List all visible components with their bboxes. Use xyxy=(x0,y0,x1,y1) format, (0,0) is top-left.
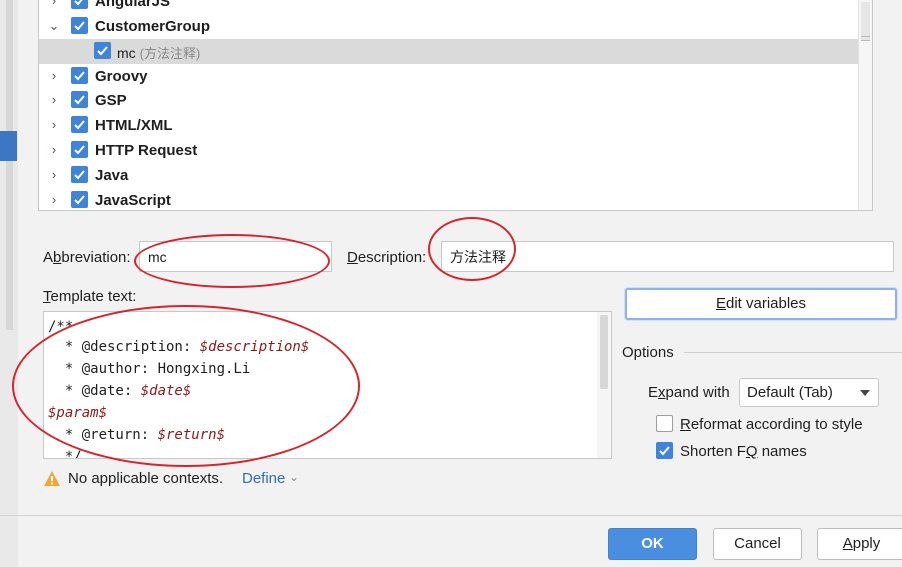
tree-item-javascript[interactable]: › JavaScript xyxy=(39,188,872,210)
template-line-text: * @description: xyxy=(48,339,200,355)
template-scrollbar-thumb[interactable] xyxy=(600,315,608,389)
tree-scrollbar[interactable] xyxy=(858,0,872,210)
edit-variables-button[interactable]: Edit variables xyxy=(625,288,897,320)
tree-item-label: Groovy xyxy=(95,68,148,85)
chevron-down-icon[interactable]: ⌄ xyxy=(289,470,299,484)
template-line: $param$ xyxy=(48,402,107,424)
checkbox-checked-icon[interactable] xyxy=(71,141,88,158)
warning-icon xyxy=(44,471,60,486)
description-label: Description: xyxy=(347,249,427,266)
template-description: (方法注释) xyxy=(139,46,201,61)
tree-item-label: Java xyxy=(95,167,129,184)
left-rail-scrollbar[interactable] xyxy=(6,0,13,330)
template-line: * @description: $description$ xyxy=(48,336,309,358)
template-line-text: /** xyxy=(48,319,74,335)
shorten-fq-label[interactable]: Shorten FQ names xyxy=(680,443,807,460)
template-scrollbar[interactable] xyxy=(597,312,611,458)
tree-item-http-request[interactable]: › HTTP Request xyxy=(39,138,872,163)
chevron-right-icon[interactable]: › xyxy=(47,0,61,9)
tree-item-gsp[interactable]: › GSP xyxy=(39,88,872,113)
chevron-right-icon[interactable]: › xyxy=(47,92,61,108)
tree-item-java[interactable]: › Java xyxy=(39,163,872,188)
tree-item-label: JavaScript xyxy=(95,192,171,209)
template-variable: $date$ xyxy=(140,383,192,399)
template-line: */ xyxy=(48,446,82,459)
expand-with-select[interactable]: Default (Tab) xyxy=(739,378,879,407)
abbreviation-label: Abbreviation: xyxy=(43,249,131,266)
shorten-fq-checkbox[interactable] xyxy=(656,442,673,459)
left-rail xyxy=(0,0,18,567)
checkbox-checked-icon[interactable] xyxy=(94,42,111,59)
left-rail-selection xyxy=(0,131,17,161)
expand-with-label: Expand with xyxy=(648,384,730,401)
checkmark-icon xyxy=(659,446,670,456)
tree-item-label: CustomerGroup xyxy=(95,18,211,35)
no-contexts-warning: No applicable contexts. xyxy=(68,470,224,487)
checkbox-checked-icon[interactable] xyxy=(71,116,88,133)
template-line-text: * @author: Hongxing.Li xyxy=(48,361,251,377)
template-line: * @date: $date$ xyxy=(48,380,191,402)
options-title: Options xyxy=(622,344,674,361)
template-variable: $param$ xyxy=(48,405,108,421)
template-line-text: * @date: xyxy=(48,383,141,399)
ok-button[interactable]: OK xyxy=(608,528,697,560)
template-text-label: Template text: xyxy=(43,288,137,305)
chevron-right-icon[interactable]: › xyxy=(47,167,61,183)
template-abbreviation: mc xyxy=(117,45,136,61)
tree-item-label: AngularJS xyxy=(95,0,171,10)
scroll-grip xyxy=(861,36,870,37)
template-line-text: */ xyxy=(48,449,82,459)
checkbox-checked-icon[interactable] xyxy=(71,91,88,108)
reformat-label[interactable]: Reformat according to style xyxy=(680,416,863,433)
tree-item-angularjs[interactable]: › AngularJS xyxy=(39,0,872,14)
checkbox-checked-icon[interactable] xyxy=(71,17,88,34)
chevron-down-icon[interactable]: ⌄ xyxy=(47,18,61,34)
checkbox-checked-icon[interactable] xyxy=(71,67,88,84)
template-line: * @author: Hongxing.Li xyxy=(48,358,250,380)
chevron-right-icon[interactable]: › xyxy=(47,142,61,158)
define-link[interactable]: Define xyxy=(242,470,285,487)
template-variable: $return$ xyxy=(157,427,226,443)
tree-item-mc[interactable]: mc (方法注释) xyxy=(39,39,872,64)
tree-scrollbar-thumb[interactable] xyxy=(861,2,870,40)
abbreviation-field[interactable] xyxy=(139,241,332,272)
chevron-right-icon[interactable]: › xyxy=(47,117,61,133)
checkbox-checked-icon[interactable] xyxy=(71,0,88,9)
tree-item-label: HTTP Request xyxy=(95,142,198,159)
template-line: * @return: $return$ xyxy=(48,424,225,446)
template-text-editor[interactable]: /** * @description: $description$ * @aut… xyxy=(43,311,612,459)
template-variable: $description$ xyxy=(199,339,310,355)
checkbox-checked-icon[interactable] xyxy=(71,166,88,183)
description-field[interactable] xyxy=(441,241,894,272)
tree-item-html-xml[interactable]: › HTML/XML xyxy=(39,113,872,138)
description-input[interactable] xyxy=(442,242,893,271)
tree-item-groovy[interactable]: › Groovy xyxy=(39,64,872,89)
template-tree: › AngularJS ⌄ CustomerGroup mc (方法注释) › G… xyxy=(38,0,873,211)
expand-with-value: Default (Tab) xyxy=(747,384,833,401)
tree-item-label: mc (方法注释) xyxy=(117,43,200,62)
cancel-button[interactable]: Cancel xyxy=(713,528,802,560)
options-divider xyxy=(684,352,902,353)
scroll-grip xyxy=(861,40,870,41)
checkbox-checked-icon[interactable] xyxy=(71,191,88,208)
tree-item-label: GSP xyxy=(95,92,127,109)
chevron-right-icon[interactable]: › xyxy=(47,192,61,208)
footer-divider xyxy=(0,515,902,516)
tree-item-customergroup[interactable]: ⌄ CustomerGroup xyxy=(39,14,872,39)
abbreviation-input[interactable] xyxy=(140,242,331,271)
template-line: /** xyxy=(48,316,73,338)
dropdown-arrow-icon[interactable] xyxy=(860,390,870,396)
reformat-checkbox[interactable] xyxy=(656,415,673,432)
template-line-text: * @return: xyxy=(48,427,158,443)
chevron-right-icon[interactable]: › xyxy=(47,68,61,84)
apply-button[interactable]: Apply xyxy=(817,528,902,560)
tree-item-label: HTML/XML xyxy=(95,117,173,134)
